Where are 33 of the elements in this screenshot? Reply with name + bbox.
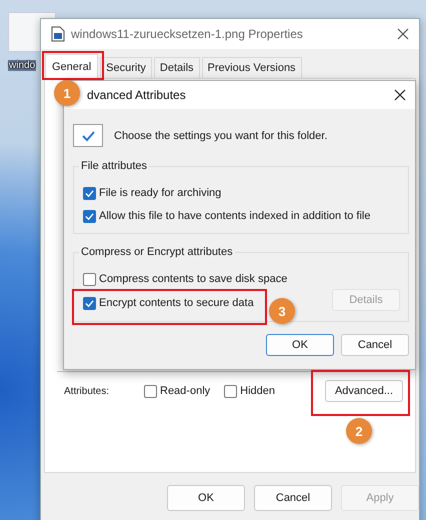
checkbox-option[interactable]: Read-only — [144, 384, 210, 398]
window-title: windows11-zuruecksetzen-1.png Properties — [71, 27, 304, 41]
checkbox[interactable] — [83, 272, 96, 286]
dialog-button[interactable]: OK — [266, 334, 334, 356]
close-icon[interactable] — [397, 28, 409, 40]
checkbox[interactable] — [224, 384, 238, 398]
image-file-icon — [51, 26, 65, 42]
tab[interactable]: General — [45, 54, 98, 78]
checkbox-option[interactable]: File is ready for archiving — [83, 186, 222, 200]
intro-text: Choose the settings you want for this folder. — [114, 130, 328, 142]
tab[interactable]: Security — [100, 57, 152, 78]
checkbox-option[interactable]: Compress contents to save disk space — [83, 272, 288, 286]
checkbox-option[interactable]: Hidden — [224, 384, 275, 398]
group-title: File attributes — [80, 160, 148, 172]
checkbox[interactable] — [144, 384, 157, 398]
checkbox[interactable] — [83, 186, 96, 200]
highlight-frame — [42, 51, 104, 80]
checkbox[interactable] — [83, 210, 96, 222]
checkbox-option[interactable]: Allow this file to have contents indexed in addition to file — [83, 210, 370, 222]
desktop-icon-label[interactable]: windo — [8, 60, 36, 71]
attributes-label: Attributes: — [64, 386, 110, 396]
dialog-title: dvanced Attributes — [87, 88, 187, 102]
checkbox[interactable] — [83, 296, 96, 310]
tab[interactable]: Details — [154, 57, 200, 78]
dialog-button[interactable]: Cancel — [254, 485, 332, 511]
checkmark-icon — [73, 124, 103, 147]
dialog-button[interactable]: OK — [167, 485, 245, 511]
group-title: Compress or Encrypt attributes — [80, 246, 234, 258]
advanced-button[interactable]: Advanced... — [325, 380, 403, 402]
tab[interactable]: Previous Versions — [202, 57, 302, 78]
close-icon[interactable] — [394, 89, 406, 101]
checkbox-option[interactable]: Encrypt contents to secure data — [83, 296, 254, 310]
dialog-button[interactable]: Cancel — [341, 334, 409, 356]
